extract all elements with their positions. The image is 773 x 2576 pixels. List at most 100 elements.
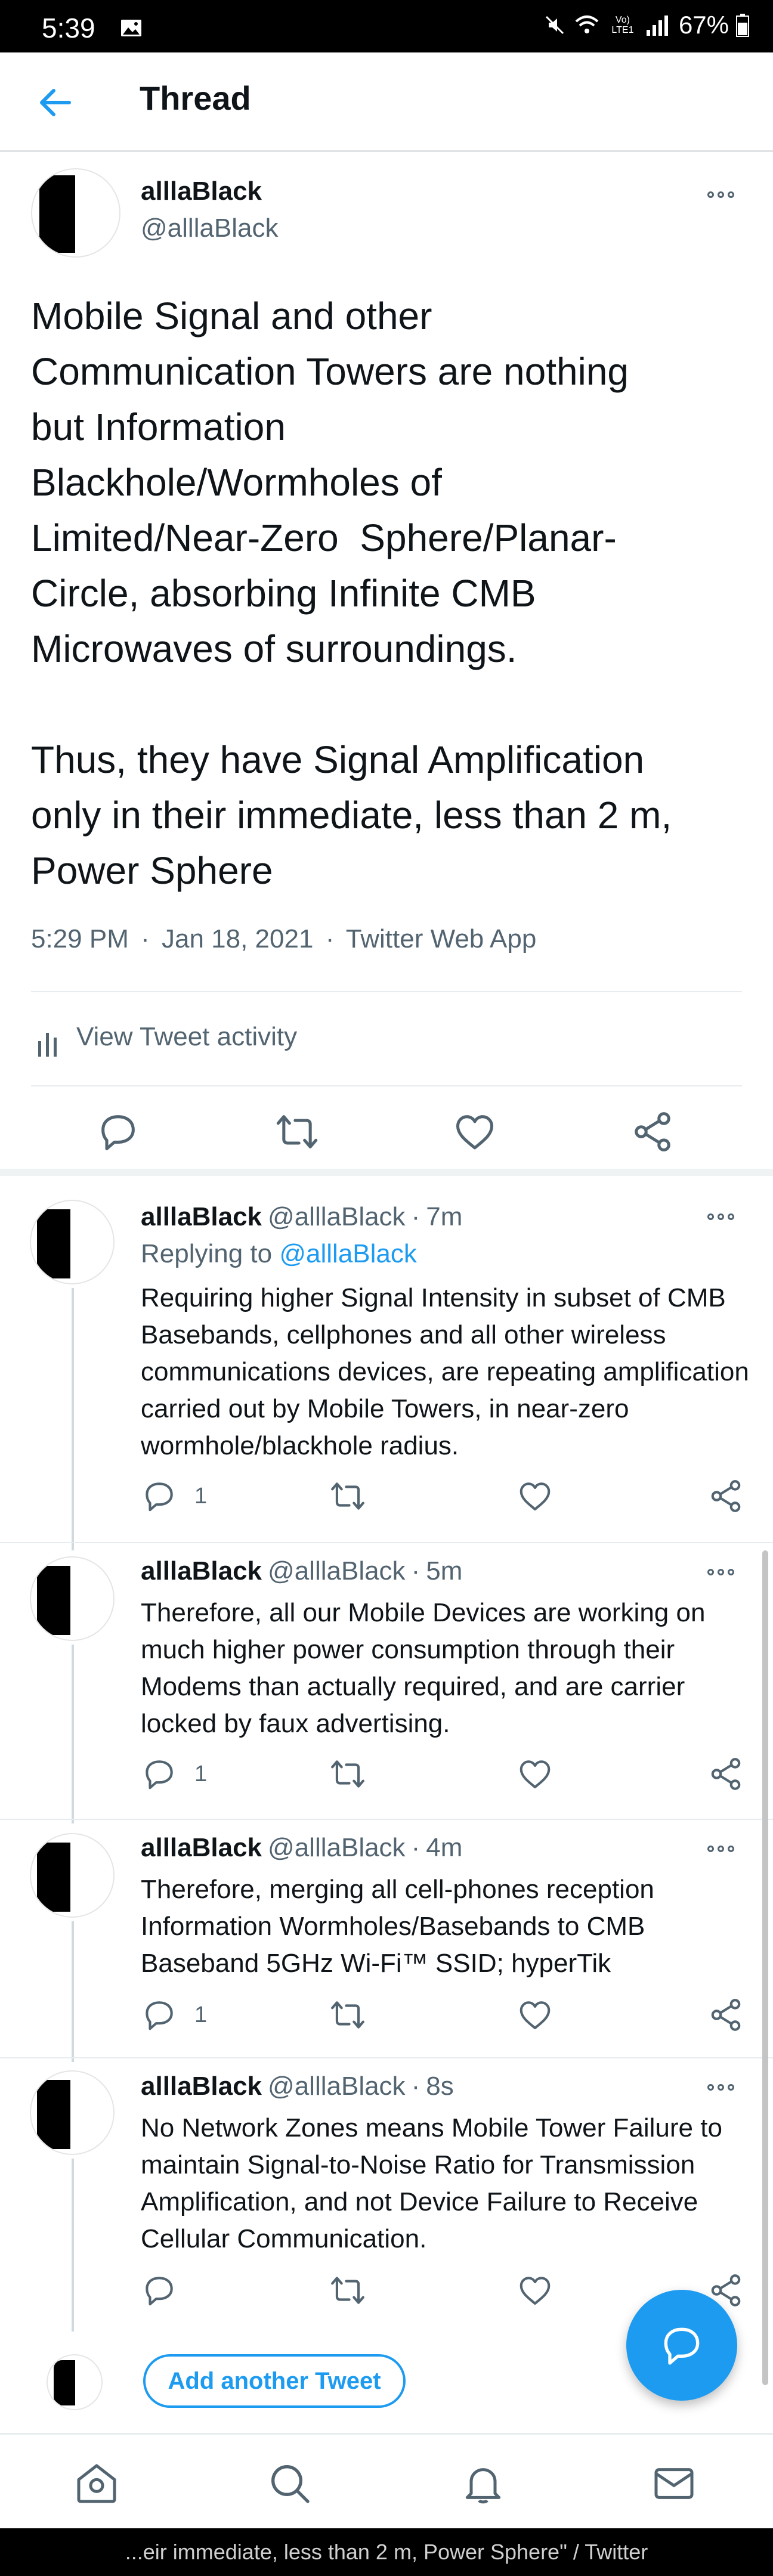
scrollbar[interactable] (762, 1550, 768, 2385)
reply-icon[interactable] (95, 1109, 141, 1154)
retweet-icon[interactable] (329, 1996, 366, 2033)
reply-actions: 1 (141, 1996, 749, 2038)
reply-icon[interactable] (141, 2272, 178, 2309)
reply-handle: @alllaBlack (268, 1202, 406, 1231)
reply-icon[interactable] (141, 1478, 178, 1515)
share-icon[interactable] (707, 1478, 744, 1515)
reply-icon[interactable] (141, 1755, 178, 1792)
share-icon[interactable] (707, 1996, 744, 2033)
reply-count: 1 (194, 1484, 208, 1509)
messages-icon[interactable] (650, 2460, 698, 2507)
avatar[interactable] (30, 1833, 115, 1918)
avatar[interactable] (30, 2070, 115, 2155)
tweet-time: 5:29 PM (31, 924, 129, 953)
add-another-tweet-button[interactable]: Add another Tweet (143, 2354, 406, 2408)
battery-icon (736, 13, 749, 37)
wifi-icon (574, 13, 600, 37)
reply-handle: @alllaBlack (268, 1833, 406, 1862)
more-options-icon[interactable] (707, 188, 741, 200)
more-options-icon[interactable] (707, 1210, 741, 1222)
reply-age: 4m (426, 1833, 463, 1862)
page-title: Thread (140, 79, 251, 117)
home-icon[interactable] (73, 2460, 120, 2507)
bottom-nav (0, 2433, 773, 2530)
share-icon[interactable] (707, 1755, 744, 1792)
gallery-icon (120, 19, 142, 40)
avatar[interactable] (30, 1200, 115, 1284)
reply-text: Therefore, merging all cell-phones recep… (141, 1875, 654, 1978)
tweet-text: Mobile Signal and other Communication To… (31, 295, 672, 892)
replying-to-link[interactable]: @alllaBlack (279, 1239, 417, 1268)
like-icon[interactable] (517, 1996, 554, 2033)
divider (31, 991, 742, 992)
activity-icon (36, 1028, 60, 1058)
app-header: Thread (0, 52, 773, 152)
compose-reply-fab[interactable] (626, 2290, 737, 2401)
retweet-icon[interactable] (274, 1109, 320, 1154)
search-icon[interactable] (266, 2460, 314, 2507)
reply-count: 1 (194, 1761, 208, 1787)
reply-author[interactable]: alllaBlack @alllaBlack · 5m (141, 1556, 462, 1586)
author-handle[interactable]: @alllaBlack (141, 213, 279, 243)
arrow-left-icon (40, 89, 71, 116)
battery-percent: 67% (678, 11, 729, 39)
reply-author[interactable]: alllaBlack @alllaBlack · 4m (141, 1833, 462, 1863)
share-icon[interactable] (630, 1109, 675, 1154)
retweet-icon[interactable] (329, 2272, 366, 2309)
tweet-source[interactable]: Twitter Web App (346, 924, 537, 953)
reply-author[interactable]: alllaBlack @alllaBlack · 7m (141, 1202, 462, 1232)
reply-text: Requiring higher Signal Intensity in sub… (141, 1283, 749, 1460)
like-icon[interactable] (517, 1755, 554, 1792)
reply-actions: 1 (141, 1755, 749, 1797)
reply-text: Therefore, all our Mobile Devices are wo… (141, 1598, 706, 1738)
divider (31, 1085, 742, 1086)
reply-name: alllaBlack (141, 2072, 262, 2101)
thread-line (72, 1645, 74, 1823)
activity-label: View Tweet activity (76, 1022, 298, 1051)
thread-line (72, 2159, 74, 2332)
tweet-meta: 5:29 PM · Jan 18, 2021 · Twitter Web App (31, 924, 537, 953)
thread-line (72, 1921, 74, 2062)
thread-line (72, 1288, 74, 1550)
mute-icon (543, 13, 567, 37)
reply-name: alllaBlack (141, 1556, 262, 1586)
like-icon[interactable] (517, 1478, 554, 1515)
author-name[interactable]: alllaBlack (141, 177, 262, 206)
notifications-icon[interactable] (459, 2460, 507, 2507)
retweet-icon[interactable] (329, 1755, 366, 1792)
section-separator (0, 1169, 773, 1176)
more-options-icon[interactable] (707, 2081, 741, 2093)
reply-text: No Network Zones means Mobile Tower Fail… (141, 2113, 722, 2253)
replying-prefix: Replying to (141, 1239, 280, 1268)
reply-actions: 1 (141, 1478, 749, 1519)
reply-count: 1 (194, 2002, 208, 2027)
reply-age: 5m (426, 1556, 463, 1586)
like-icon[interactable] (452, 1109, 497, 1154)
avatar[interactable] (30, 1556, 115, 1641)
status-time: 5:39 (42, 13, 95, 44)
replying-to: Replying to @alllaBlack (141, 1239, 417, 1269)
divider (0, 1542, 773, 1543)
signal-icon (645, 13, 672, 37)
back-button[interactable] (36, 83, 84, 122)
divider (0, 1819, 773, 1820)
reply-author[interactable]: alllaBlack @alllaBlack · 8s (141, 2072, 454, 2101)
chat-bubble-icon (664, 2327, 700, 2365)
reply-icon[interactable] (141, 1996, 178, 2033)
view-tweet-activity[interactable]: View Tweet activity (31, 1015, 742, 1063)
status-bar: 5:39 Vo) LTE1 67% (0, 0, 773, 52)
avatar-small[interactable] (47, 2354, 103, 2410)
avatar[interactable] (31, 168, 120, 258)
like-icon[interactable] (517, 2272, 554, 2309)
retweet-icon[interactable] (329, 1478, 366, 1515)
reply-name: alllaBlack (141, 1202, 262, 1231)
reply-name: alllaBlack (141, 1833, 262, 1862)
page-caption: ...eir immediate, less than 2 m, Power S… (0, 2528, 773, 2576)
reply-age: 7m (426, 1202, 463, 1231)
tweet-date: Jan 18, 2021 (162, 924, 314, 953)
more-options-icon[interactable] (707, 1566, 741, 1578)
divider (0, 2057, 773, 2058)
more-options-icon[interactable] (707, 1843, 741, 1854)
status-icons: Vo) LTE1 67% (543, 11, 749, 39)
reply-age: 8s (426, 2072, 454, 2101)
